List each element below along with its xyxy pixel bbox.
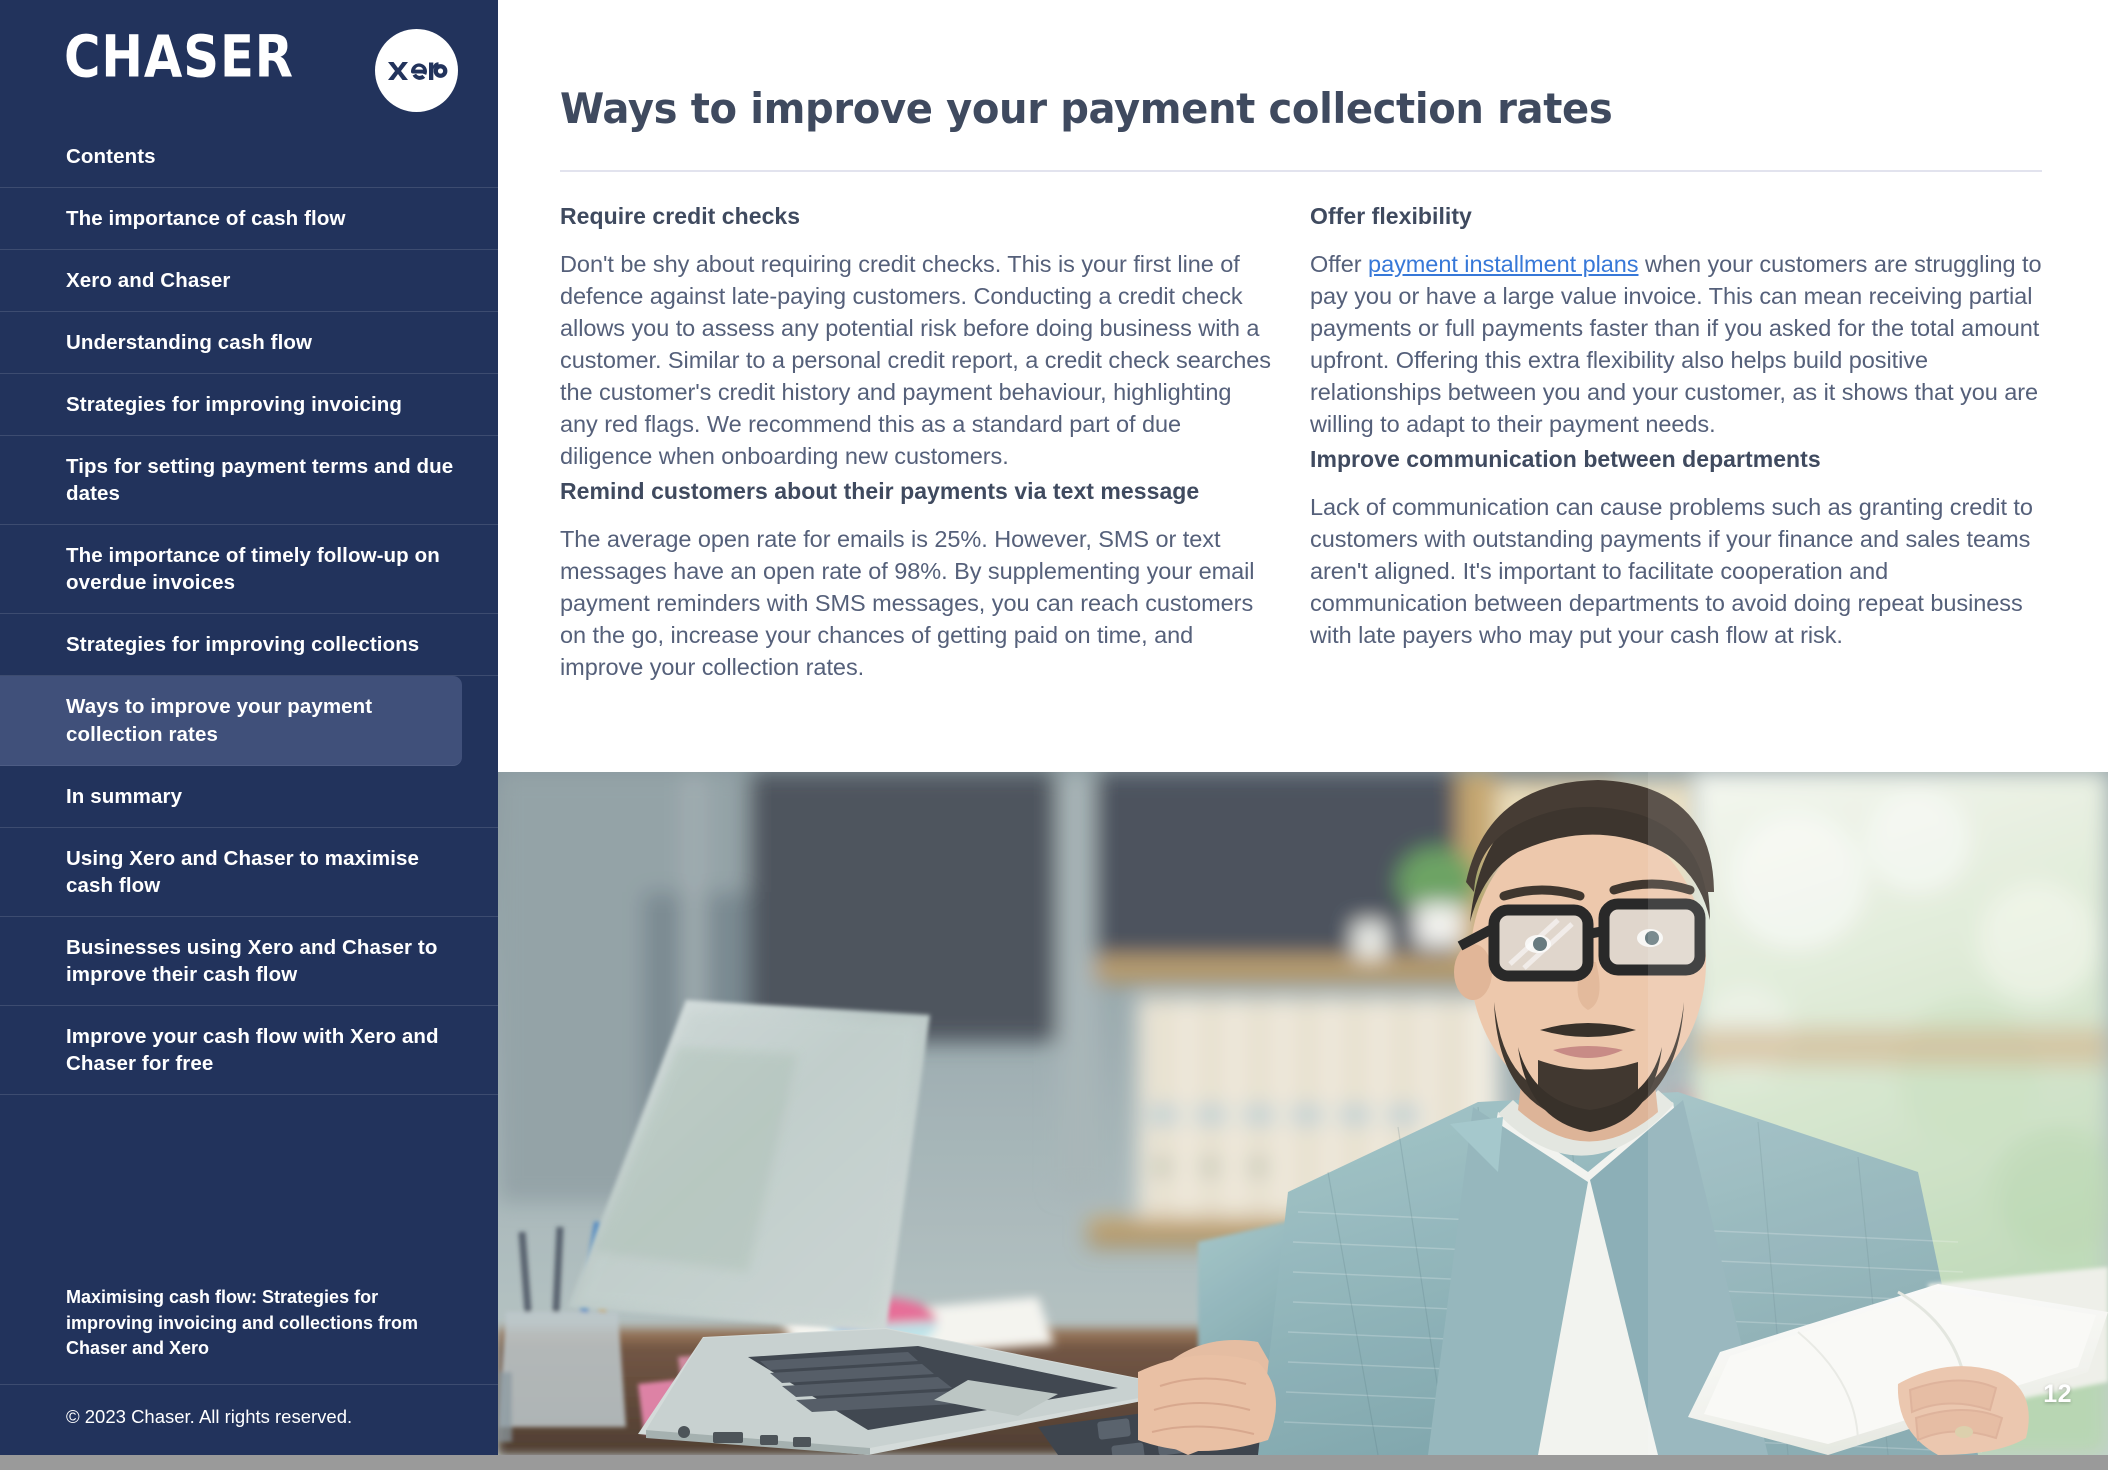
toc-item-strategies-for-improving-collections[interactable]: Strategies for improving collections [0,614,498,677]
toc-item-strategies-for-improving-invoicing[interactable]: Strategies for improving invoicing [0,374,498,437]
section-heading: Remind customers about their payments vi… [560,478,1200,505]
right-column: Offer flexibility Offer payment installm… [1305,202,2045,683]
brand-row: CHASER [0,0,498,130]
copyright-notice: © 2023 Chaser. All rights reserved. [66,1405,353,1427]
bottom-strip [0,1455,2108,1470]
xero-logo-badge [375,29,458,112]
toc-item-improve-your-cash-flow-with-xero-and-chaser-for-free[interactable]: Improve your cash flow with Xero and Cha… [0,1006,498,1095]
toc-item-the-importance-of-cash-flow[interactable]: The importance of cash flow [0,188,498,251]
section-offer-flexibility: Offer flexibility Offer payment installm… [1310,202,2045,440]
toc-item-the-importance-of-timely-follow-up-on-overdue-invoices[interactable]: The importance of timely follow-up on ov… [0,525,498,615]
sidebar: CHASER Contents The importance of cash fl… [0,0,498,1455]
toc-item-tips-for-setting-payment-terms-and-due-dates[interactable]: Tips for setting payment terms and due d… [0,436,498,526]
toc-item-businesses-using-xero-and-chaser-to-improve-their-cash-flow[interactable]: Businesses using Xero and Chaser to impr… [0,917,498,1006]
ebook-page: CHASER Contents The importance of cash fl… [0,0,2108,1470]
toc-item-using-xero-and-chaser-to-maximise-cash-flow[interactable]: Using Xero and Chaser to maximise cash f… [0,828,498,917]
section-heading: Offer flexibility [1310,203,1472,229]
toc-item-ways-to-improve-your-payment-collection-rates[interactable]: Ways to improve your payment collection … [0,676,462,766]
toc-item-understanding-cash-flow[interactable]: Understanding cash flow [0,312,498,375]
section-body: Offer payment installment plans when you… [1310,248,2045,440]
section-remind-via-text-message: Remind customers about their payments vi… [560,477,1275,683]
xero-icon [387,61,447,80]
section-improve-communication: Improve communication between department… [1310,445,2045,651]
toc-item-in-summary[interactable]: In summary [0,766,498,828]
section-body: Don't be shy about requiring credit chec… [560,250,1271,470]
page-number: 12 [2043,1380,2072,1408]
left-column: Require credit checks Don't be shy about… [560,202,1305,683]
section-body: The average open rate for emails is 25%.… [560,525,1255,681]
sidebar-footer: Maximising cash flow: Strategies for imp… [0,1285,498,1455]
body-text-before-link: Offer [1310,250,1369,277]
section-heading: Require credit checks [560,203,801,229]
chaser-logo: CHASER [64,22,294,91]
body-text-after-link: when your customers are struggling to pa… [1310,250,2042,438]
hero-photo: 12 [498,772,2108,1455]
page-title: Ways to improve your payment collection … [560,84,1613,133]
document-subtitle: Maximising cash flow: Strategies for imp… [0,1285,498,1385]
toc-item-xero-and-chaser[interactable]: Xero and Chaser [0,250,498,313]
payment-installment-plans-link[interactable]: payment installment plans [1368,251,1639,277]
office-scene-illustration [498,772,2108,1455]
section-body: Lack of communication can cause problems… [1310,493,2033,649]
toc-item-contents[interactable]: Contents [0,126,498,189]
title-divider [560,170,2042,172]
section-require-credit-checks: Require credit checks Don't be shy about… [560,202,1275,472]
section-heading: Improve communication between department… [1310,446,1821,473]
content-columns: Require credit checks Don't be shy about… [560,202,2050,683]
table-of-contents[interactable]: Contents The importance of cash flow Xero … [0,126,498,1095]
